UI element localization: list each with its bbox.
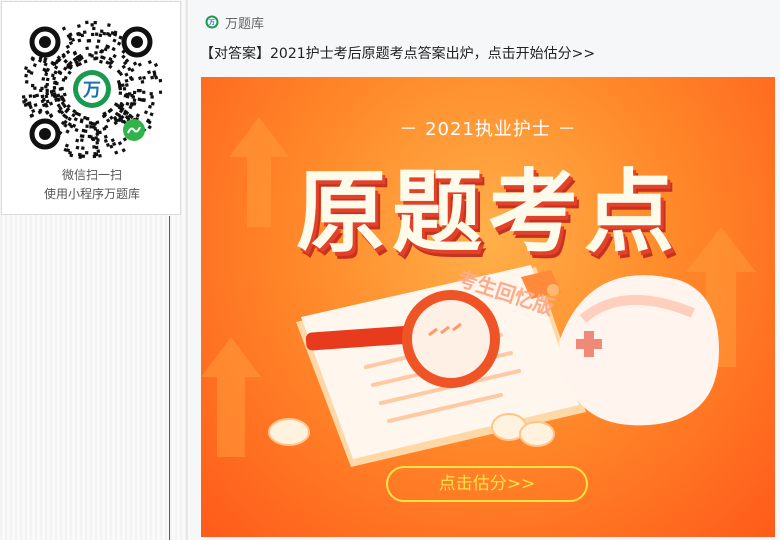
qr-caption-app: 使用小程序万题库	[43, 187, 140, 201]
qr-logo-text: 万	[82, 80, 101, 101]
message-source[interactable]: 万 万题库	[205, 12, 264, 32]
qr-caption-scan: 微信扫一扫	[61, 168, 122, 182]
estimate-score-button[interactable]: 点击估分>>	[386, 466, 588, 502]
panel-border	[186, 0, 188, 540]
banner-title: 原题考点	[296, 160, 680, 265]
mini-program-qr-card: 万 微信扫一扫 使用小程序万题库	[1, 1, 181, 215]
source-name: 万题库	[225, 16, 265, 32]
promo-banner[interactable]: － 2021执业护士 － 原题考点 考生回忆版 点击估分>>	[201, 77, 775, 537]
wantiku-logo-icon: 万	[205, 15, 219, 29]
qr-code[interactable]: 万	[22, 19, 162, 159]
vertical-divider	[169, 216, 170, 540]
svg-text:万: 万	[208, 20, 215, 27]
nurse-cap-icon	[559, 275, 719, 426]
message-headline[interactable]: 【对答案】2021护士考后原题考点答案出炉，点击开始估分>>	[200, 43, 595, 63]
banner-subtitle: － 2021执业护士 －	[399, 119, 577, 140]
